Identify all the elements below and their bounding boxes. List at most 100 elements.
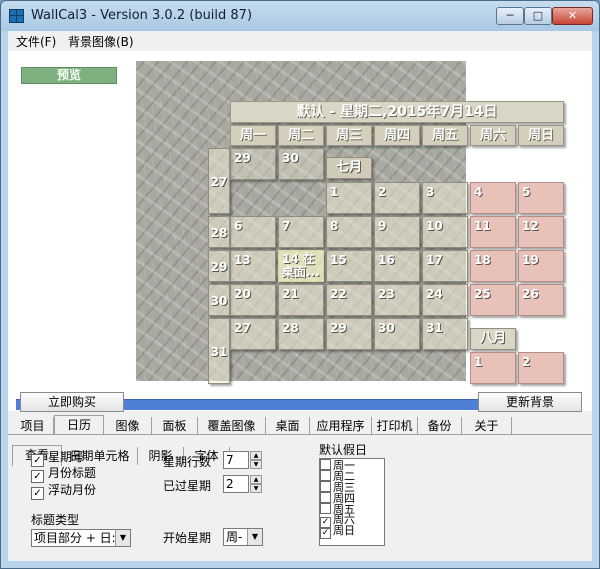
day-header-wed: 周三 <box>326 125 372 146</box>
spin-down-icon[interactable]: ▼ <box>250 460 262 469</box>
day-cell[interactable]: 29 <box>326 318 372 350</box>
holiday-item[interactable]: 周三 <box>320 481 384 493</box>
day-cell[interactable]: 30 <box>278 148 324 180</box>
day-cell[interactable]: 24 <box>422 284 468 316</box>
week-rows-label: 星期行数 <box>163 455 212 469</box>
day-cell[interactable]: 10 <box>422 216 468 248</box>
day-cell[interactable]: 21 <box>278 284 324 316</box>
holiday-item[interactable]: 周四 <box>320 492 384 504</box>
day-cell-weekend[interactable]: 26 <box>518 284 564 316</box>
tab-backup[interactable]: 备份 <box>418 417 462 435</box>
title-bar[interactable]: WallCal3 - Version 3.0.2 (build 87) ─ □ … <box>1 1 599 31</box>
tab-panel[interactable]: 面板 <box>152 417 198 435</box>
checkbox-floating-month[interactable]: ✓ 浮动月份 <box>31 482 96 500</box>
checkbox-box[interactable] <box>320 503 331 514</box>
chevron-down-icon[interactable]: ▼ <box>247 529 262 545</box>
day-cell-weekend[interactable]: 12 <box>518 216 564 248</box>
spin-up-icon[interactable]: ▲ <box>250 475 262 484</box>
start-day-select[interactable]: 周- ▼ <box>223 528 263 546</box>
spin-up-icon[interactable]: ▲ <box>250 451 262 460</box>
checkbox-box[interactable] <box>320 470 331 481</box>
tab-application[interactable]: 应用程序 <box>310 417 372 435</box>
day-header-thu: 周四 <box>374 125 420 146</box>
checkbox-box[interactable] <box>320 481 331 492</box>
day-cell-weekend[interactable]: 19 <box>518 250 564 282</box>
day-cell-weekend[interactable]: 4 <box>470 182 516 214</box>
day-cell[interactable]: 15 <box>326 250 372 282</box>
day-cell[interactable]: 3 <box>422 182 468 214</box>
day-cell[interactable]: 29 <box>230 148 276 180</box>
checkbox-box[interactable]: ✓ <box>320 528 331 539</box>
week-number: 27 <box>208 148 230 214</box>
holidays-list: 周一 周二 周三 周四 周五 ✓ 周六 ✓ 周日 <box>319 458 385 546</box>
day-cell[interactable]: 30 <box>374 318 420 350</box>
day-cell-weekend[interactable]: 2 <box>518 352 564 384</box>
day-cell[interactable]: 28 <box>278 318 324 350</box>
past-weeks-spinner[interactable]: 2 ▲ ▼ <box>223 475 263 493</box>
title-type-label: 标题类型 <box>31 513 80 527</box>
month-label-july: 七月 <box>326 157 372 179</box>
day-cell[interactable]: 6 <box>230 216 276 248</box>
tab-about[interactable]: 关于 <box>462 417 512 435</box>
holiday-item[interactable]: ✓ 周日 <box>320 525 384 539</box>
day-cell-weekend[interactable]: 11 <box>470 216 516 248</box>
minimize-button[interactable]: ─ <box>496 7 524 25</box>
day-cell[interactable]: 20 <box>230 284 276 316</box>
day-cell-weekend[interactable]: 25 <box>470 284 516 316</box>
day-cell[interactable]: 8 <box>326 216 372 248</box>
day-cell[interactable]: 1 <box>326 182 372 214</box>
buy-now-button[interactable]: 立即购买 <box>20 392 124 412</box>
month-label-august: 八月 <box>470 328 516 350</box>
menu-bar: 文件(F) 背景图像(B) <box>8 31 592 51</box>
week-rows-input[interactable]: 7 <box>223 451 249 469</box>
day-cell[interactable]: 27 <box>230 318 276 350</box>
week-number: 28 <box>208 216 230 248</box>
title-type-value: 项目部分 + 日: <box>34 531 116 545</box>
chevron-down-icon[interactable]: ▼ <box>115 530 130 546</box>
checkbox-month-title[interactable]: ✓ 月份标题 <box>31 465 97 483</box>
day-cell-weekend[interactable]: 5 <box>518 182 564 214</box>
day-cell[interactable]: 17 <box>422 250 468 282</box>
week-number: 31 <box>208 318 230 384</box>
day-cell[interactable]: 9 <box>374 216 420 248</box>
checkbox-box[interactable] <box>320 492 331 503</box>
main-tabs: 项目 日历 图像 面板 覆盖图像 桌面 应用程序 打印机 备份 关于 <box>8 415 592 436</box>
holidays-label: 默认假日 <box>319 443 368 457</box>
preview-label: 预览 <box>21 67 117 84</box>
update-background-button[interactable]: 更新背景 <box>478 392 582 412</box>
tab-image[interactable]: 图像 <box>104 417 152 435</box>
day-cell-weekend[interactable]: 1 <box>470 352 516 384</box>
day-cell[interactable]: 23 <box>374 284 420 316</box>
start-day-value: 周- <box>226 530 243 544</box>
day-cell[interactable]: 22 <box>326 284 372 316</box>
checkbox-label: 月份标题 <box>48 466 97 480</box>
spin-down-icon[interactable]: ▼ <box>250 484 262 493</box>
tab-project[interactable]: 项目 <box>12 417 54 435</box>
checkbox-box[interactable] <box>320 459 331 470</box>
close-button[interactable]: ✕ <box>552 7 593 25</box>
title-type-select[interactable]: 项目部分 + 日: ▼ <box>31 529 131 547</box>
week-number: 29 <box>208 250 230 282</box>
menu-file[interactable]: 文件(F) <box>16 33 56 50</box>
tab-desktop[interactable]: 桌面 <box>266 417 310 435</box>
checkbox-label: 星期号 <box>48 450 85 464</box>
day-cell[interactable]: 7 <box>278 216 324 248</box>
app-icon <box>9 9 25 23</box>
tab-printer[interactable]: 打印机 <box>372 417 418 435</box>
day-cell[interactable]: 31 <box>422 318 468 350</box>
tab-overlay-image[interactable]: 覆盖图像 <box>198 417 266 435</box>
holiday-item[interactable]: 周二 <box>320 470 384 482</box>
tab-calendar[interactable]: 日历 <box>54 415 104 436</box>
menu-background-image[interactable]: 背景图像(B) <box>68 33 134 50</box>
checkbox-week-number[interactable]: ✓ 星期号 <box>31 449 85 467</box>
day-cell[interactable]: 2 <box>374 182 420 214</box>
holiday-item[interactable]: 周一 <box>320 459 384 471</box>
maximize-button[interactable]: □ <box>524 7 552 25</box>
day-cell[interactable]: 16 <box>374 250 420 282</box>
day-cell[interactable]: 13 <box>230 250 276 282</box>
day-cell-today[interactable]: 14 在桌面... <box>278 250 324 282</box>
checkbox-box[interactable]: ✓ <box>31 487 44 500</box>
day-cell-weekend[interactable]: 18 <box>470 250 516 282</box>
past-weeks-input[interactable]: 2 <box>223 475 249 493</box>
week-rows-spinner[interactable]: 7 ▲ ▼ <box>223 451 263 469</box>
